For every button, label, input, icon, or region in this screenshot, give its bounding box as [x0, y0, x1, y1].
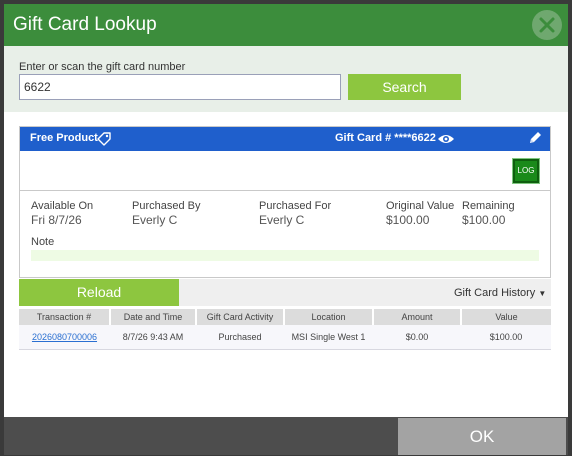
purchased-for-field: Purchased For Everly C — [259, 200, 331, 227]
gift-card-lookup-dialog: Gift Card Lookup Enter or scan the gift … — [0, 0, 572, 456]
available-on-label: Available On — [31, 200, 94, 212]
close-icon — [539, 17, 555, 33]
gift-card-history-dropdown[interactable]: Gift Card History ▼ — [454, 287, 546, 299]
search-area: Enter or scan the gift card number Searc… — [4, 46, 568, 112]
column-header[interactable]: Date and Time — [110, 309, 197, 325]
original-value-value: $100.00 — [386, 213, 430, 227]
content-panel: Free Product Gift Card # ****6622 LOG Av… — [4, 112, 568, 417]
purchased-by-label: Purchased By — [132, 200, 201, 212]
remaining-label: Remaining — [462, 200, 515, 212]
gift-card-number-input[interactable] — [19, 74, 341, 100]
ok-button[interactable]: OK — [398, 418, 566, 455]
available-on-field: Available On Fri 8/7/26 — [31, 200, 93, 227]
gift-card-details: Free Product Gift Card # ****6622 LOG Av… — [19, 126, 551, 278]
dialog-footer: OK — [4, 417, 568, 455]
card-header: Free Product Gift Card # ****6622 — [20, 127, 550, 151]
purchased-by-value: Everly C — [132, 213, 178, 227]
activity-cell: Purchased — [196, 325, 284, 350]
column-header[interactable]: Amount — [373, 309, 462, 325]
original-value-label: Original Value — [386, 200, 455, 212]
note-field[interactable] — [31, 250, 539, 261]
amount-cell: $0.00 — [373, 325, 461, 350]
table-header-row: Transaction # Date and Time Gift Card Ac… — [19, 309, 551, 325]
eye-icon[interactable] — [437, 132, 455, 146]
caret-down-icon: ▼ — [538, 289, 547, 298]
pencil-icon[interactable] — [527, 130, 543, 146]
remaining-field: Remaining $100.00 — [462, 200, 515, 227]
available-on-value: Fri 8/7/26 — [31, 213, 82, 227]
close-button[interactable] — [532, 10, 562, 40]
purchased-for-value: Everly C — [259, 213, 305, 227]
remaining-value: $100.00 — [462, 213, 506, 227]
date-cell: 8/7/26 9:43 AM — [110, 325, 196, 350]
card-divider — [20, 190, 550, 191]
search-label: Enter or scan the gift card number — [19, 61, 186, 73]
title-bar: Gift Card Lookup — [4, 4, 568, 46]
dialog-title: Gift Card Lookup — [13, 14, 157, 35]
table-row[interactable]: 2026080700006 8/7/26 9:43 AM Purchased M… — [19, 325, 551, 350]
original-value-field: Original Value $100.00 — [386, 200, 454, 227]
column-header[interactable]: Gift Card Activity — [196, 309, 285, 325]
gift-card-history-label: Gift Card History — [454, 287, 536, 299]
column-header[interactable]: Transaction # — [19, 309, 111, 325]
reload-button[interactable]: Reload — [19, 279, 179, 306]
transaction-cell: 2026080700006 — [19, 325, 110, 350]
history-table: Transaction # Date and Time Gift Card Ac… — [19, 309, 551, 350]
product-label: Free Product — [30, 132, 98, 144]
transaction-link[interactable]: 2026080700006 — [32, 332, 97, 342]
location-cell: MSI Single West 1 — [284, 325, 373, 350]
purchased-by-field: Purchased By Everly C — [132, 200, 200, 227]
value-cell: $100.00 — [461, 325, 551, 350]
tag-icon — [97, 132, 111, 146]
search-button[interactable]: Search — [348, 74, 461, 100]
log-button[interactable]: LOG — [512, 158, 540, 184]
column-header[interactable]: Value — [461, 309, 551, 325]
column-header[interactable]: Location — [284, 309, 374, 325]
note-label: Note — [31, 236, 55, 248]
gift-card-number-label: Gift Card # ****6622 — [335, 132, 436, 144]
purchased-for-label: Purchased For — [259, 200, 332, 212]
